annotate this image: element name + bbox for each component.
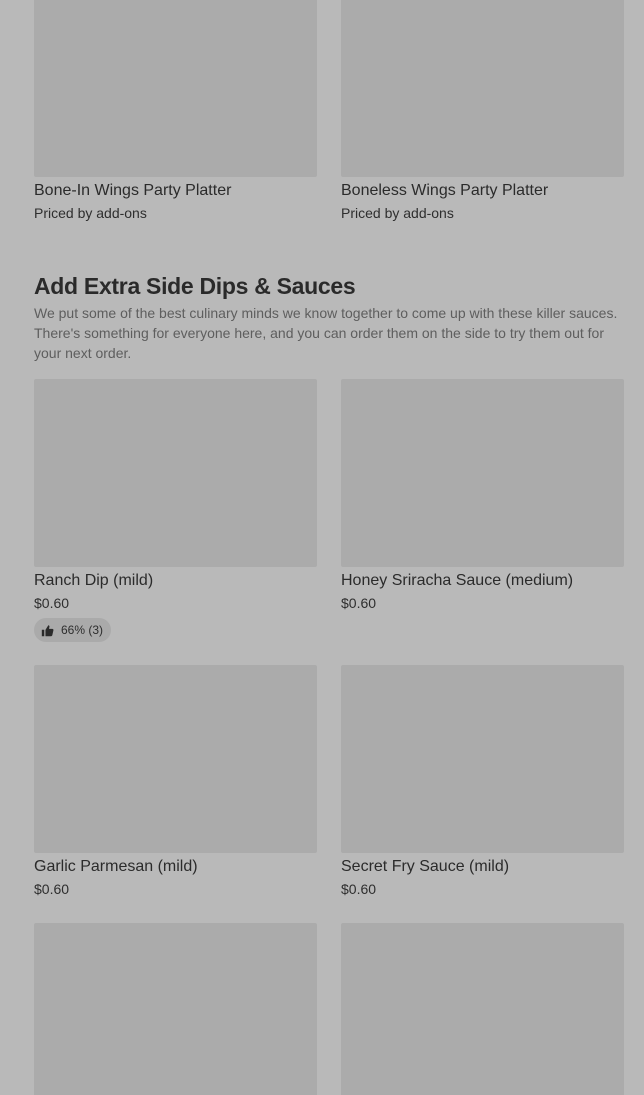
menu-item-name: Boneless Wings Party Platter [341,182,549,199]
rating-text: 66% (3) [61,623,104,637]
menu-item-name: Garlic Parmesan (mild) [34,858,198,875]
menu-item-card[interactable]: Ranch Dip (mild) $0.60 66% (3) [34,379,317,642]
menu-item-price: Priced by add-ons [34,205,147,221]
menu-item-card[interactable] [341,923,624,1095]
menu-item-card[interactable]: Honey Sriracha Sauce (medium) $0.60 [341,379,624,611]
section-description: We put some of the best culinary minds w… [34,305,618,361]
menu-item-image [341,923,624,1095]
menu-item-name: Secret Fry Sauce (mild) [341,858,510,875]
menu-item-image [34,665,317,853]
menu-item-card[interactable] [34,923,317,1095]
menu-item-image [34,0,317,177]
menu-item-image [341,379,624,567]
menu-item-image [34,923,317,1095]
menu-item-card[interactable]: Secret Fry Sauce (mild) $0.60 [341,665,624,897]
menu-item-price: $0.60 [341,881,377,897]
menu-item-name: Honey Sriracha Sauce (medium) [341,572,574,589]
rating-badge: 66% (3) [34,618,112,642]
menu-item-price: $0.60 [34,881,70,897]
menu-item-image [34,379,317,567]
menu-item-price: Priced by add-ons [341,205,454,221]
thumbs-up-icon [41,624,54,636]
menu-item-name: Ranch Dip (mild) [34,572,154,589]
menu-item-card[interactable]: Garlic Parmesan (mild) $0.60 [34,665,317,897]
menu-item-price: $0.60 [341,595,377,611]
menu-item-card[interactable]: Boneless Wings Party Platter Priced by a… [341,0,624,221]
menu-item-price: $0.60 [34,595,70,611]
menu-item-name: Bone-In Wings Party Platter [34,182,232,199]
menu-item-card[interactable]: Bone-In Wings Party Platter Priced by ad… [34,0,317,221]
menu-item-image [341,0,624,177]
section-title: Add Extra Side Dips & Sauces [34,273,356,299]
menu-item-image [341,665,624,853]
